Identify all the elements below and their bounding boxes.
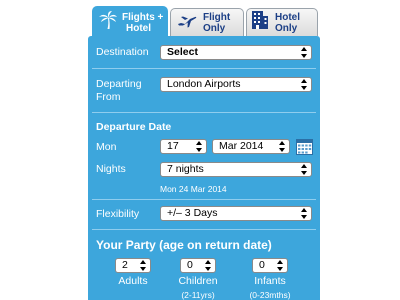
select-arrows-icon bbox=[205, 260, 211, 271]
party-heading: Your Party (age on return date) bbox=[96, 238, 272, 252]
children-select[interactable]: 0 bbox=[180, 258, 216, 273]
children-label: Children bbox=[178, 275, 218, 287]
departing-from-value: London Airports bbox=[167, 78, 241, 90]
hotel-building-icon bbox=[251, 10, 269, 35]
select-arrows-icon bbox=[301, 47, 307, 58]
airplane-icon bbox=[177, 12, 197, 33]
select-arrows-icon bbox=[301, 79, 307, 90]
month-label: Mon bbox=[96, 141, 117, 153]
flexibility-select[interactable]: +/– 3 Days bbox=[160, 206, 312, 221]
infants-value: 0 bbox=[259, 259, 265, 271]
tab-flights-hotel-line2: Hotel bbox=[126, 22, 151, 34]
children-age-label: (2-11yrs) bbox=[181, 290, 215, 300]
select-arrows-icon bbox=[196, 141, 202, 152]
tab-hotel-only-label: Hotel Only bbox=[275, 12, 300, 34]
tab-flight-only-line1: Flight bbox=[203, 11, 231, 23]
tab-hotel-only[interactable]: Hotel Only bbox=[246, 8, 318, 36]
separator bbox=[92, 199, 316, 200]
separator bbox=[92, 68, 316, 69]
return-date-text: Mon 24 Mar 2014 bbox=[160, 184, 227, 194]
flexibility-value: +/– 3 Days bbox=[167, 207, 218, 219]
search-tabs: Flights + Hotel Flight Only Hotel Only bbox=[92, 6, 318, 38]
tab-hotel-only-line2: Only bbox=[275, 22, 298, 34]
departure-day-select[interactable]: 17 bbox=[160, 139, 207, 154]
select-arrows-icon bbox=[301, 164, 307, 175]
select-arrows-icon bbox=[279, 141, 285, 152]
tab-flights-hotel[interactable]: Flights + Hotel bbox=[92, 6, 168, 38]
adults-value: 2 bbox=[122, 259, 128, 271]
departure-date-heading: Departure Date bbox=[96, 121, 172, 133]
tab-flight-only-label: Flight Only bbox=[203, 12, 230, 34]
infants-age-label: (0-23mths) bbox=[249, 290, 291, 300]
select-arrows-icon bbox=[277, 260, 283, 271]
select-arrows-icon bbox=[301, 208, 307, 219]
separator bbox=[92, 229, 316, 230]
separator bbox=[92, 112, 316, 113]
departure-month-value: Mar 2014 bbox=[219, 140, 264, 152]
tab-flights-hotel-line1: Flights + bbox=[122, 11, 164, 23]
search-form-panel: Destination Select Departing From London… bbox=[88, 36, 320, 300]
destination-select[interactable]: Select bbox=[160, 45, 312, 60]
nights-select[interactable]: 7 nights bbox=[160, 162, 312, 177]
departing-from-label: Departing From bbox=[96, 78, 142, 104]
tab-flight-only[interactable]: Flight Only bbox=[170, 8, 244, 36]
tab-hotel-only-line1: Hotel bbox=[275, 11, 300, 23]
nights-value: 7 nights bbox=[167, 163, 204, 175]
destination-value: Select bbox=[167, 46, 198, 58]
departing-label-line2: From bbox=[96, 91, 121, 103]
flexibility-label: Flexibility bbox=[96, 208, 140, 220]
adults-label: Adults bbox=[118, 275, 148, 287]
calendar-icon[interactable] bbox=[296, 139, 313, 160]
infants-label: Infants bbox=[254, 275, 286, 287]
departing-label-line1: Departing bbox=[96, 78, 142, 90]
palm-tree-icon bbox=[98, 10, 118, 35]
select-arrows-icon bbox=[140, 260, 146, 271]
nights-label: Nights bbox=[96, 163, 126, 175]
destination-label: Destination bbox=[96, 46, 149, 58]
tab-flights-hotel-label: Flights + Hotel bbox=[122, 12, 163, 34]
departing-from-select[interactable]: London Airports bbox=[160, 77, 312, 92]
adults-select[interactable]: 2 bbox=[115, 258, 151, 273]
tab-flight-only-line2: Only bbox=[203, 22, 226, 34]
infants-select[interactable]: 0 bbox=[252, 258, 288, 273]
children-value: 0 bbox=[187, 259, 193, 271]
departure-day-value: 17 bbox=[167, 140, 179, 152]
departure-month-select[interactable]: Mar 2014 bbox=[212, 139, 290, 154]
